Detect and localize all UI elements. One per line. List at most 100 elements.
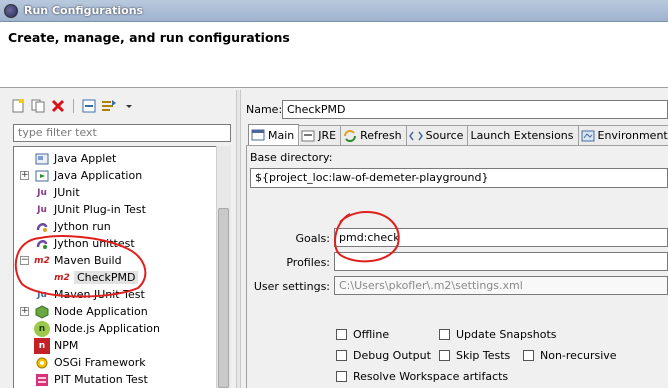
tab-refresh[interactable]: Refresh	[340, 125, 407, 145]
goals-label: Goals:	[295, 232, 331, 245]
new-config-icon[interactable]	[10, 98, 26, 114]
tree-item[interactable]: + Java Application	[20, 167, 143, 184]
tree-item-label: OSGi Framework	[54, 356, 146, 369]
nodejs-icon: n	[34, 320, 50, 337]
tab-label: Main	[268, 128, 295, 142]
checkbox-box[interactable]	[439, 329, 450, 340]
tree-item[interactable]: Jython run	[34, 218, 111, 235]
tree-item-label: NPM	[54, 339, 79, 352]
duplicate-config-icon[interactable]	[30, 98, 46, 114]
tab-label: JRE	[318, 129, 337, 142]
name-field[interactable]: CheckPMD	[282, 100, 668, 119]
filter-input[interactable]: type filter text	[13, 124, 231, 142]
expand-icon[interactable]: +	[20, 171, 29, 180]
tree-item[interactable]: Ju JUnit	[34, 184, 80, 201]
tree-item[interactable]: − m2 Maven Build	[20, 252, 122, 269]
collapse-all-icon[interactable]	[81, 98, 97, 114]
tree-item[interactable]: OSGi Framework	[34, 354, 146, 371]
base-directory-label: Base directory:	[250, 151, 333, 164]
tree-item-label: Java Applet	[54, 152, 117, 165]
tree-item[interactable]: n NPM	[34, 337, 78, 354]
eclipse-icon	[4, 3, 18, 18]
tab-jre[interactable]: JRE	[298, 125, 342, 145]
title-bar: Run Configurations	[0, 0, 668, 22]
checkbox-box[interactable]	[336, 329, 347, 340]
tab-source[interactable]: Source	[405, 125, 469, 145]
tree-item[interactable]: + Node Application	[20, 303, 148, 320]
jre-icon	[301, 129, 315, 143]
tree-item[interactable]: Ju Maven JUnit Test	[34, 286, 145, 303]
non-recursive-checkbox[interactable]: Non-recursive	[523, 349, 617, 362]
profiles-field[interactable]	[334, 252, 668, 271]
skip-tests-checkbox[interactable]: Skip Tests	[439, 349, 510, 362]
tab-main[interactable]: Main	[248, 124, 300, 145]
tab-label: Refresh	[360, 129, 402, 142]
checkbox-label: Skip Tests	[456, 349, 511, 362]
tab-label: Launch Extensions	[470, 129, 574, 142]
checkbox-label: Non-recursive	[540, 349, 617, 362]
debug-output-checkbox[interactable]: Debug Output	[336, 349, 431, 362]
tree-item[interactable]: Java Applet	[34, 150, 116, 167]
tree-item[interactable]: m2 CheckPMD	[54, 269, 139, 286]
update-snapshots-checkbox[interactable]: Update Snapshots	[439, 328, 557, 341]
toolbar-separator	[73, 99, 74, 113]
tab-label: Source	[425, 129, 464, 142]
tree-item[interactable]: Ju JUnit Plug-in Test	[34, 201, 146, 218]
node-application-icon	[34, 304, 50, 320]
checkbox-box[interactable]	[523, 350, 534, 361]
tab-environment[interactable]: Environment	[577, 125, 668, 145]
panel-sash[interactable]	[236, 90, 241, 388]
java-application-icon	[34, 168, 50, 184]
offline-checkbox[interactable]: Offline	[336, 328, 389, 341]
refresh-icon	[343, 129, 357, 143]
tab-launch-extensions[interactable]: Launch Extensions	[467, 125, 579, 145]
goals-field[interactable]: pmd:check	[334, 228, 668, 247]
source-icon	[408, 129, 423, 143]
delete-config-icon[interactable]	[50, 98, 66, 114]
window-title: Run Configurations	[24, 4, 144, 17]
tree-scrollbar-thumb[interactable]	[218, 208, 229, 388]
filter-icon[interactable]	[101, 98, 117, 114]
tree-item[interactable]: Jython unittest	[34, 235, 135, 252]
checkbox-box[interactable]	[336, 350, 347, 361]
checkbox-label: Update Snapshots	[456, 328, 557, 341]
configuration-tree: Java Applet + Java Application Ju JUnit …	[13, 146, 231, 388]
java-applet-icon	[34, 151, 50, 167]
pit-icon	[34, 372, 50, 388]
tree-item-label: Jython unittest	[54, 237, 135, 250]
tree-item-label: Node Application	[54, 305, 148, 318]
base-directory-field[interactable]: ${project_loc:law-of-demeter-playground}	[250, 168, 668, 188]
checkbox-label: Debug Output	[353, 349, 431, 362]
jython-run-icon	[34, 219, 50, 235]
tree-item-label: Java Application	[54, 169, 143, 182]
filter-menu-chevron-icon[interactable]	[121, 98, 137, 114]
checkbox-box[interactable]	[336, 371, 347, 382]
tab-label: Environment	[597, 129, 668, 142]
tree-item-label: Maven Build	[54, 254, 122, 267]
junit-plugin-icon: Ju	[37, 204, 47, 215]
name-label: Name:	[246, 103, 283, 116]
maven-build-icon: m2	[34, 255, 50, 266]
maven-junit-icon: Ju	[37, 289, 47, 300]
main-tab-icon	[251, 128, 265, 142]
checkbox-box[interactable]	[439, 350, 450, 361]
tree-item-label: Jython run	[54, 220, 111, 233]
checkbox-label: Resolve Workspace artifacts	[353, 370, 509, 383]
user-settings-field[interactable]: C:\Users\pkofler\.m2\settings.xml	[334, 276, 668, 295]
npm-icon: n	[34, 337, 50, 354]
header-description: Create, manage, and run configurations	[8, 30, 290, 45]
tree-item[interactable]: PIT Mutation Test	[34, 371, 148, 388]
dialog-header: Create, manage, and run configurations	[0, 22, 668, 88]
maven-config-icon: m2	[54, 272, 70, 283]
tab-strip: Main JRE Refresh Source Launch Extension…	[248, 124, 668, 145]
expand-icon[interactable]: +	[20, 307, 29, 316]
resolve-workspace-checkbox[interactable]: Resolve Workspace artifacts	[336, 370, 508, 383]
tree-item-label: Maven JUnit Test	[54, 288, 145, 301]
jython-unittest-icon	[34, 236, 50, 252]
checkbox-label: Offline	[353, 328, 390, 341]
osgi-icon	[34, 355, 50, 371]
tree-item[interactable]: n Node.js Application	[34, 320, 160, 337]
tree-item-label: JUnit	[54, 186, 80, 199]
configuration-list-panel: type filter text Java Applet + Java Appl…	[0, 90, 236, 388]
collapse-icon[interactable]: −	[20, 256, 29, 265]
